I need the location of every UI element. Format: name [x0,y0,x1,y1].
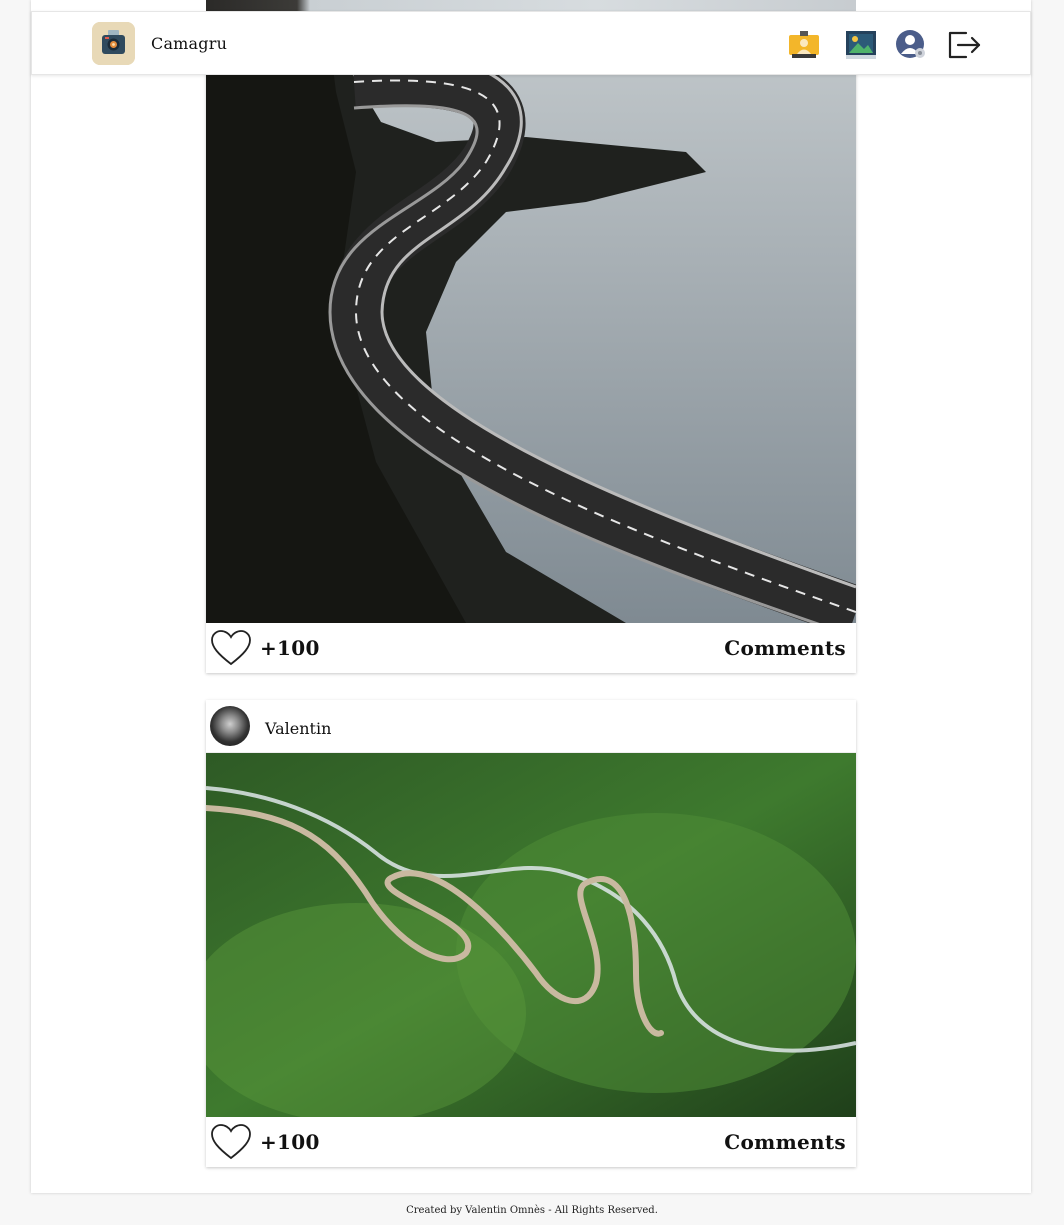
comments-link[interactable]: Comments [724,636,846,660]
comments-link[interactable]: Comments [724,1130,846,1154]
post-card: Valentin +100 Comments [206,700,856,1167]
post-actions: +100 Comments [206,623,856,673]
like-count: +100 [260,636,320,660]
post-actions: +100 Comments [206,1117,856,1167]
footer-text: Created by Valentin Omnès - All Rights R… [406,1205,658,1216]
post-author[interactable]: Valentin [265,719,331,738]
top-navbar: Camagru [31,11,1031,75]
post-header: Valentin [206,700,856,753]
webcam-icon[interactable] [785,25,823,63]
heart-icon[interactable] [210,629,252,667]
gallery-icon[interactable] [842,25,880,63]
user-settings-icon[interactable] [892,25,930,63]
logout-icon[interactable] [944,25,982,63]
post-card: +100 Comments [206,12,856,673]
post-photo[interactable] [206,753,856,1117]
post-photo[interactable] [206,12,856,623]
like-count: +100 [260,1130,320,1154]
heart-icon[interactable] [210,1123,252,1161]
avatar[interactable] [210,706,250,746]
app-title[interactable]: Camagru [151,34,227,53]
camera-logo-icon[interactable] [92,22,135,65]
